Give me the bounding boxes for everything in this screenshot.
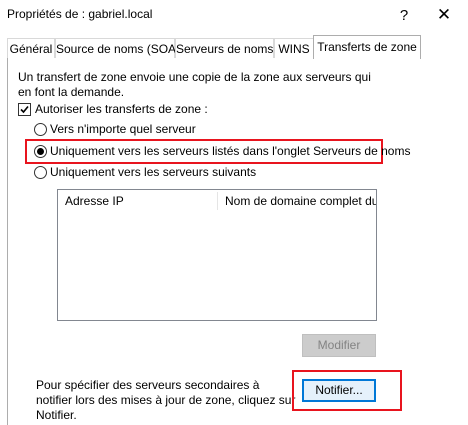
column-ip-address[interactable]: Adresse IP	[58, 190, 217, 212]
notify-description: Pour spécifier des serveurs secondaires …	[36, 378, 296, 422]
tab-zone-transfers[interactable]: Transferts de zone	[313, 35, 421, 59]
radio-any-server-label: Vers n'importe quel serveur	[50, 122, 196, 136]
tab-soa[interactable]: Source de noms (SOA)	[55, 38, 180, 59]
tab-name-servers[interactable]: Serveurs de noms	[175, 38, 274, 59]
radio-name-servers-tab-label: Uniquement vers les serveurs listés dans…	[50, 144, 411, 158]
radio-following-servers-label: Uniquement vers les serveurs suivants	[50, 165, 257, 179]
close-icon[interactable]: ✕	[424, 0, 464, 30]
radio-following-servers[interactable]	[34, 166, 47, 179]
help-icon[interactable]: ?	[384, 0, 424, 30]
tab-wins[interactable]: WINS	[274, 38, 314, 59]
allow-transfers-checkbox[interactable]	[18, 103, 31, 116]
server-list[interactable]: Adresse IP Nom de domaine complet du...	[57, 189, 377, 321]
tab-general[interactable]: Général	[7, 38, 55, 59]
window-title: Propriétés de : gabriel.local	[7, 7, 153, 21]
column-fqdn[interactable]: Nom de domaine complet du...	[218, 190, 376, 212]
radio-name-servers-tab[interactable]	[34, 145, 47, 158]
radio-selected-dot	[37, 148, 44, 155]
modify-button[interactable]: Modifier	[302, 334, 376, 357]
radio-any-server[interactable]	[34, 123, 47, 136]
notify-button[interactable]: Notifier...	[302, 379, 376, 402]
checkmark-icon	[20, 105, 29, 114]
allow-transfers-label: Autoriser les transferts de zone :	[35, 102, 208, 116]
zone-transfer-description: Un transfert de zone envoie une copie de…	[18, 70, 371, 99]
